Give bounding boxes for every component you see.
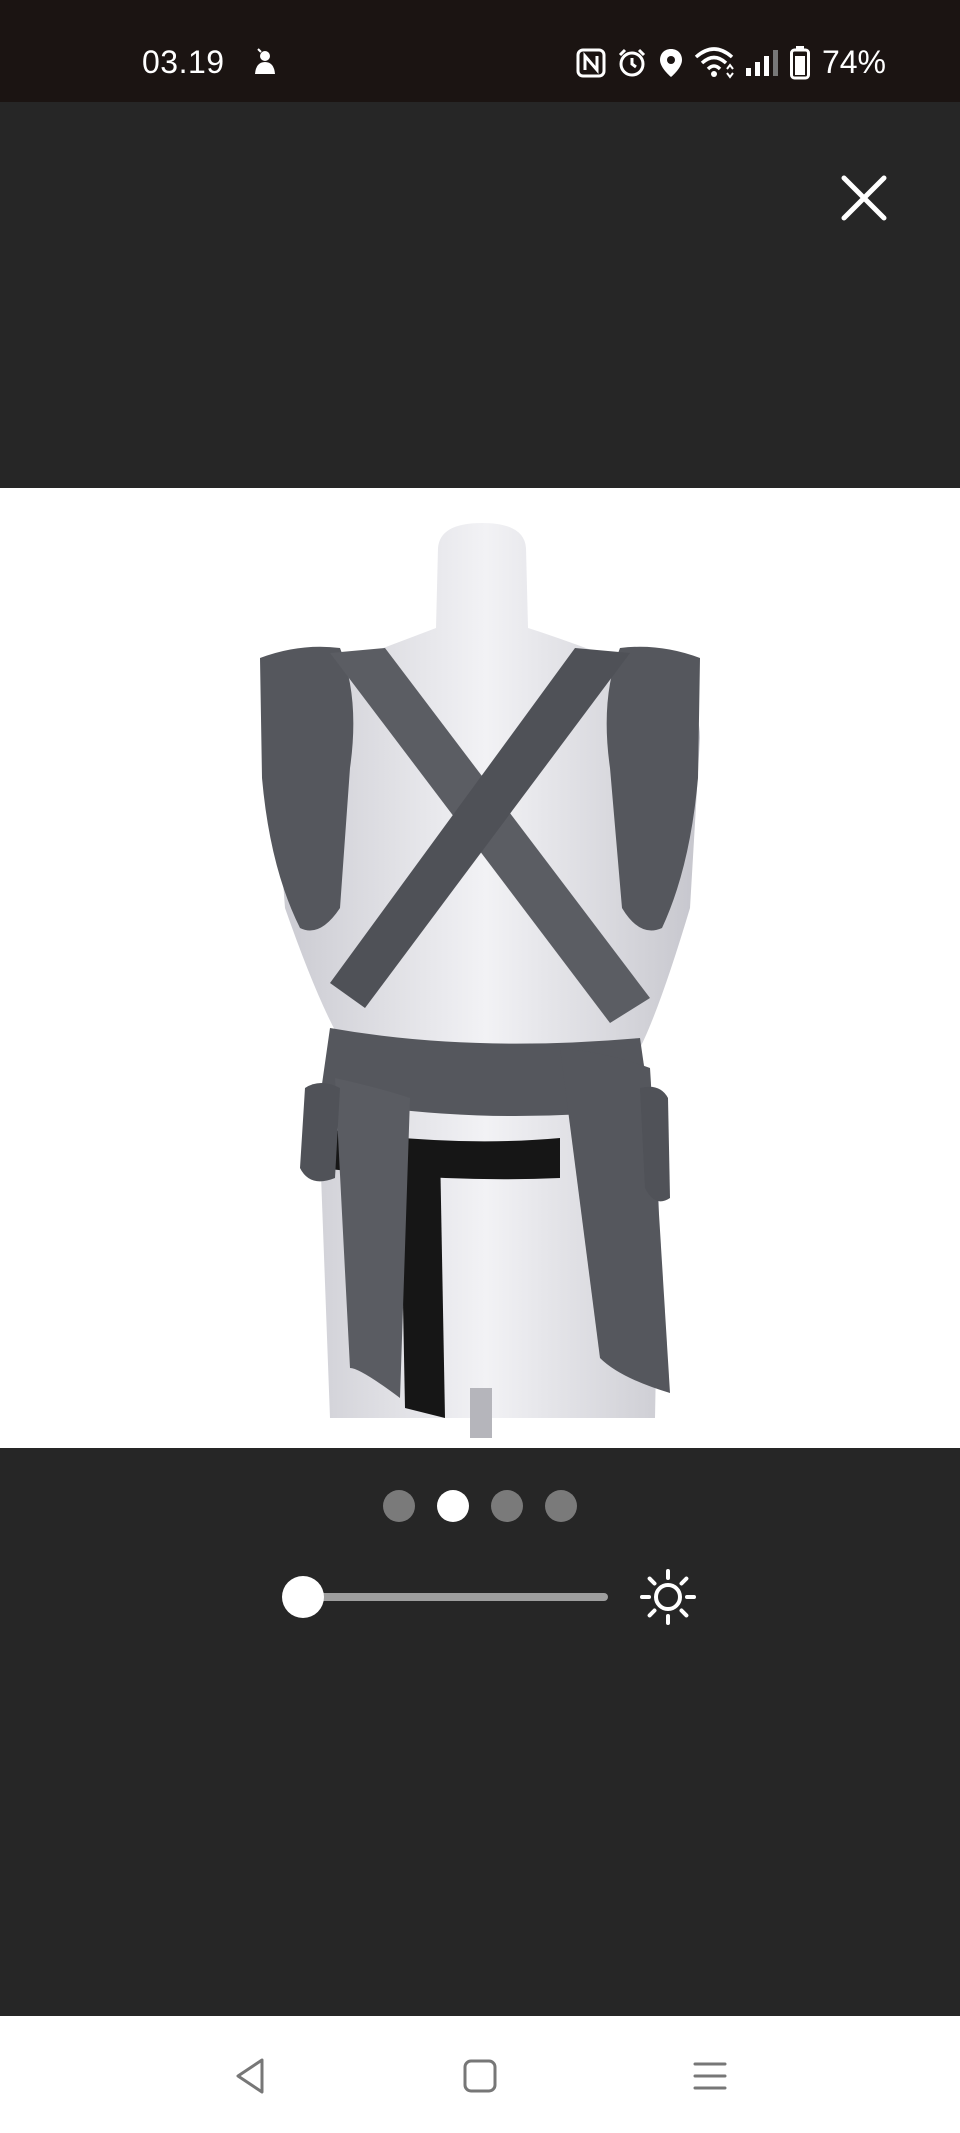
notification-icon: [252, 48, 278, 83]
home-button[interactable]: [456, 2052, 504, 2100]
viewer-controls: [0, 1448, 960, 2016]
sun-icon: [640, 1569, 696, 1625]
nfc-icon: [576, 48, 606, 78]
wifi-icon: [694, 46, 734, 79]
page-indicator: [0, 1490, 960, 1522]
status-bar: 03.19 74%: [0, 0, 960, 102]
status-icons: 74%: [576, 44, 886, 81]
battery-icon: [789, 45, 810, 80]
product-image[interactable]: [0, 488, 960, 1448]
brightness-slider[interactable]: [284, 1593, 608, 1601]
brightness-button[interactable]: [638, 1567, 698, 1627]
location-icon: [658, 47, 684, 79]
page-dot-2[interactable]: [437, 1490, 469, 1522]
recents-icon: [693, 2062, 727, 2090]
close-button[interactable]: [838, 172, 890, 224]
page-dot-1[interactable]: [383, 1490, 415, 1522]
signal-icon: [744, 48, 780, 78]
page-dot-4[interactable]: [545, 1490, 577, 1522]
close-icon: [841, 175, 887, 221]
back-button[interactable]: [226, 2052, 274, 2100]
home-icon: [463, 2059, 497, 2093]
back-icon: [236, 2058, 264, 2094]
alarm-icon: [616, 47, 648, 79]
battery-percent: 74%: [821, 44, 886, 80]
recents-button[interactable]: [686, 2052, 734, 2100]
status-time: 03.19: [142, 44, 225, 80]
baby-carrier-photo: [260, 523, 700, 1438]
system-nav-bar: [0, 2016, 960, 2133]
page-dot-3[interactable]: [491, 1490, 523, 1522]
viewer-header: [0, 102, 960, 488]
